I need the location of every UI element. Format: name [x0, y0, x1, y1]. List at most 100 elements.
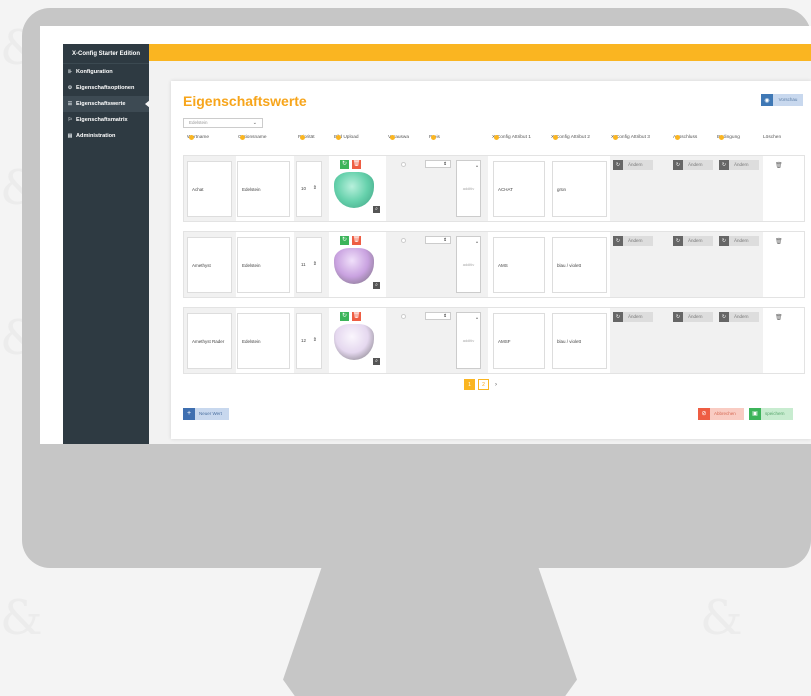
refresh-image-button[interactable]: ↻ — [340, 312, 349, 321]
refresh-icon: ↻ — [673, 312, 683, 322]
refresh-image-button[interactable]: ↻ — [340, 236, 349, 245]
add-value-button[interactable]: + Neuer Wert — [183, 408, 229, 420]
price-mode-select[interactable]: ⇕ — [425, 312, 451, 320]
sidebar-item-label: Administration — [76, 133, 116, 139]
attribut-3-change-button[interactable]: ↻ Ändern — [613, 160, 653, 170]
price-input[interactable]: additiv ▴ — [456, 312, 481, 369]
bedingung-change-button[interactable]: ↻ Ändern — [719, 160, 759, 170]
gem-image — [334, 248, 374, 284]
flag-icon: ⚐ — [67, 117, 73, 123]
content-card: Eigenschaftswerte ◉ Vorschau Edelstein ⌄… — [171, 81, 811, 439]
refresh-image-button[interactable]: ↻ — [340, 160, 349, 169]
price-input[interactable]: additiv ▴ — [456, 160, 481, 217]
help-icon — [390, 135, 395, 140]
cancel-button[interactable]: ⊘ Abbrechen — [698, 408, 744, 420]
optionsname-input[interactable]: Edelstein — [237, 237, 290, 293]
sliders-icon: ⊪ — [67, 69, 73, 75]
page-title: Eigenschaftswerte — [183, 93, 307, 109]
monitor-stand — [283, 560, 577, 696]
default-radio[interactable] — [401, 238, 406, 243]
chevron-down-icon: ⌄ — [252, 120, 257, 126]
ban-icon: ⊘ — [698, 408, 710, 420]
help-icon — [189, 135, 194, 140]
help-icon — [494, 135, 499, 140]
priority-stepper[interactable]: 11 ⇕ — [296, 237, 322, 293]
sidebar: X-Config Starter Edition ⊪ Konfiguration… — [63, 44, 150, 444]
zoom-icon[interactable]: ⌕ — [373, 282, 380, 289]
gear-icon: ⚙ — [67, 85, 73, 91]
save-button[interactable]: ▣ speichern — [749, 408, 793, 420]
priority-stepper[interactable]: 12 ⇕ — [296, 313, 322, 369]
attribut-1-input[interactable]: ACHAT — [493, 161, 545, 217]
trash-icon[interactable]: 🗑 — [775, 162, 783, 169]
delete-image-button[interactable]: 🗑 — [352, 236, 361, 245]
trash-icon[interactable]: 🗑 — [775, 314, 783, 321]
sidebar-item-eigenschaftswerte[interactable]: ☰ Eigenschaftswerte — [63, 96, 150, 112]
trash-icon[interactable]: 🗑 — [775, 238, 783, 245]
ausschluss-change-button[interactable]: ↻ Ändern — [673, 160, 713, 170]
attribut-2-input[interactable]: grün — [552, 161, 607, 217]
zoom-icon[interactable]: ⌕ — [373, 358, 380, 365]
table-header: Wertname Optionsname Priorität Bild Uplo… — [187, 135, 782, 140]
help-icon — [300, 135, 305, 140]
attribut-3-change-button[interactable]: ↻ Ändern — [613, 236, 653, 246]
floppy-icon: ▣ — [749, 408, 761, 420]
price-mode-select[interactable]: ⇕ — [425, 160, 451, 168]
delete-image-button[interactable]: 🗑 — [352, 312, 361, 321]
app-title: X-Config Starter Edition — [63, 44, 149, 64]
help-icon — [553, 135, 558, 140]
attribut-1-input[interactable]: AMS — [493, 237, 545, 293]
background-ornament: & — [0, 590, 43, 646]
price-mode-select[interactable]: ⇕ — [425, 236, 451, 244]
refresh-icon: ↻ — [613, 160, 623, 170]
default-radio[interactable] — [401, 162, 406, 167]
zoom-icon[interactable]: ⌕ — [373, 206, 380, 213]
page-1-button[interactable]: 1 — [464, 379, 475, 390]
app-screen: X-Config Starter Edition ⊪ Konfiguration… — [40, 26, 811, 444]
sidebar-item-administration[interactable]: ▤ Administration — [63, 128, 149, 144]
preview-label: Vorschau — [773, 94, 803, 106]
top-bar — [149, 44, 811, 61]
sidebar-item-label: Eigenschaftsoptionen — [76, 85, 135, 91]
sidebar-item-konfiguration[interactable]: ⊪ Konfiguration — [63, 64, 149, 80]
sidebar-item-label: Konfiguration — [76, 69, 113, 75]
optionsname-input[interactable]: Edelstein — [237, 313, 290, 369]
delete-image-button[interactable]: 🗑 — [352, 160, 361, 169]
bedingung-change-button[interactable]: ↻ Ändern — [719, 312, 759, 322]
refresh-icon: ↻ — [719, 160, 729, 170]
add-value-label: Neuer Wert — [195, 408, 229, 420]
attribut-1-input[interactable]: AMSF — [493, 313, 545, 369]
cancel-label: Abbrechen — [710, 408, 744, 420]
attribut-3-change-button[interactable]: ↻ Ändern — [613, 312, 653, 322]
eye-icon: ◉ — [764, 97, 770, 104]
bedingung-change-button[interactable]: ↻ Ändern — [719, 236, 759, 246]
gem-image — [334, 172, 374, 208]
page-2-button[interactable]: 2 — [478, 379, 489, 390]
help-icon — [613, 135, 618, 140]
preview-button[interactable]: ◉ Vorschau — [761, 94, 803, 106]
next-page-button[interactable]: › — [492, 382, 500, 388]
table-row: Achat Edelstein 10 ⇕ ↻ 🗑 ⌕ ⇕ additiv ▴ ACH… — [183, 155, 805, 222]
ausschluss-change-button[interactable]: ↻ Ändern — [673, 236, 713, 246]
sidebar-item-eigenschaftsoptionen[interactable]: ⚙ Eigenschaftsoptionen — [63, 80, 149, 96]
optionsname-input[interactable]: Edelstein — [237, 161, 290, 217]
wertname-input[interactable]: Achat — [187, 161, 232, 217]
attribut-2-input[interactable]: blau / violett — [552, 237, 607, 293]
refresh-icon: ↻ — [613, 312, 623, 322]
wertname-input[interactable]: Amethyst Rader — [187, 313, 232, 369]
gem-image — [334, 324, 374, 360]
attribut-2-input[interactable]: blau / violett — [552, 313, 607, 369]
ausschluss-change-button[interactable]: ↻ Ändern — [673, 312, 713, 322]
price-input[interactable]: additiv ▴ — [456, 236, 481, 293]
refresh-icon: ↻ — [719, 236, 729, 246]
sidebar-item-label: Eigenschaftswerte — [76, 101, 126, 107]
help-icon — [240, 135, 245, 140]
wertname-input[interactable]: Amethyst — [187, 237, 232, 293]
default-radio[interactable] — [401, 314, 406, 319]
priority-stepper[interactable]: 10 ⇕ — [296, 161, 322, 217]
option-filter-select[interactable]: Edelstein ⌄ — [183, 118, 263, 128]
pagination: 1 2 › — [464, 379, 500, 390]
sidebar-item-label: Eigenschaftsmatrix — [76, 117, 128, 123]
sidebar-item-eigenschaftsmatrix[interactable]: ⚐ Eigenschaftsmatrix — [63, 112, 149, 128]
table-icon: ▤ — [67, 133, 73, 139]
